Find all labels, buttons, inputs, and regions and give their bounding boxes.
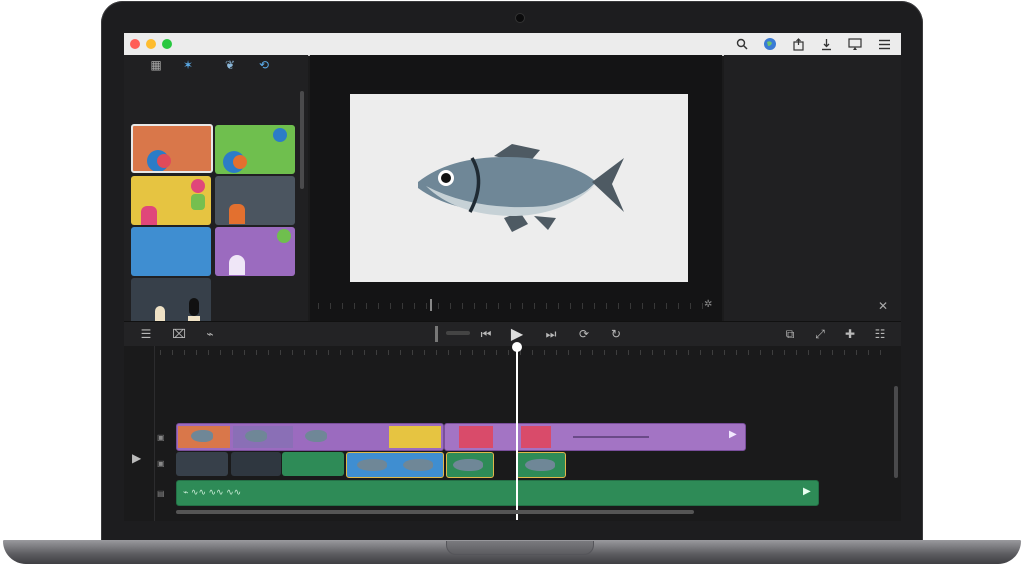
effects-icon[interactable]: ✶: [178, 55, 198, 75]
menubar: [124, 33, 901, 56]
webcam: [515, 13, 525, 23]
camera-track-icon: ▣: [157, 459, 165, 468]
playhead[interactable]: [516, 346, 518, 520]
viewer: ✲: [310, 55, 722, 321]
timecode-bar: [446, 331, 470, 335]
video-clip-3[interactable]: [176, 452, 228, 476]
gray-clip[interactable]: [215, 176, 295, 225]
fish-illustration: [418, 144, 624, 232]
clip-end-icon[interactable]: ▶: [729, 429, 741, 443]
video-clip-2[interactable]: ▶: [444, 423, 746, 451]
airplay-icon[interactable]: [846, 35, 864, 53]
settings-icon[interactable]: ☷: [870, 324, 890, 344]
audio-track-icon: ▤: [157, 489, 165, 498]
video-clip-7[interactable]: [446, 452, 494, 478]
timeline: ▶ ▣ ▣ ▤ ▶ ⌁ ∿∿ ∿∿ ∿∿ ▶: [124, 342, 901, 521]
audio-end-icon[interactable]: ▶: [803, 486, 815, 500]
viewer-ruler: [318, 303, 714, 309]
loop-icon[interactable]: ⟳: [574, 324, 594, 344]
titles-icon[interactable]: ❦: [220, 55, 240, 75]
crop-icon[interactable]: ⌧: [169, 324, 189, 344]
speed-icon[interactable]: ⌁: [200, 324, 220, 344]
resize-icon[interactable]: ⧉: [780, 324, 800, 344]
inspector: ✕: [724, 55, 901, 321]
skip-back-icon[interactable]: ⏮: [476, 324, 496, 344]
orange-clip[interactable]: [131, 124, 213, 173]
settings-gear-icon[interactable]: ✲: [704, 299, 716, 311]
download-icon[interactable]: [817, 35, 835, 53]
globe-icon[interactable]: [761, 35, 779, 53]
video-clip-1[interactable]: [176, 423, 444, 451]
yellow-clip[interactable]: [131, 176, 211, 225]
video-clip-6[interactable]: [346, 452, 444, 478]
browser-scrollbar[interactable]: [300, 91, 304, 189]
minimize-button[interactable]: [146, 39, 156, 49]
skip-forward-icon[interactable]: ⏭: [541, 324, 561, 344]
timeline-play-icon[interactable]: ▶: [132, 451, 144, 465]
share-icon[interactable]: [789, 35, 807, 53]
blue-clip[interactable]: [131, 227, 211, 276]
audio-clip[interactable]: ⌁ ∿∿ ∿∿ ∿∿ ▶: [176, 480, 819, 506]
expand-icon[interactable]: ✕: [878, 299, 892, 313]
preview-frame: [350, 94, 688, 282]
media-browser: ▦ ✶ ❦ ⟲: [124, 55, 308, 334]
video-track-icon: ▣: [157, 433, 165, 442]
track-header-divider: [154, 346, 155, 521]
play-icon[interactable]: ▶: [507, 324, 527, 344]
viewer-marker: [430, 299, 432, 311]
video-clip-8[interactable]: [516, 452, 566, 478]
split-icon[interactable]: ✚: [840, 324, 860, 344]
video-clip-4[interactable]: [231, 452, 281, 476]
transitions-icon[interactable]: ⟲: [254, 55, 274, 75]
close-button[interactable]: [130, 39, 140, 49]
audio-waveform-icon: ⌁ ∿∿ ∿∿ ∿∿: [183, 487, 242, 497]
timeline-ruler: [160, 350, 890, 355]
purple-clip[interactable]: [215, 227, 295, 276]
green-clip[interactable]: [215, 125, 295, 174]
zoom-button[interactable]: [162, 39, 172, 49]
timeline-scrollbar[interactable]: [176, 510, 694, 514]
timeline-vertical-scrollbar[interactable]: [894, 386, 898, 478]
laptop-notch: [446, 541, 594, 555]
rotate-icon[interactable]: ↻: [606, 324, 626, 344]
search-icon[interactable]: [733, 35, 751, 53]
app-window: ▦ ✶ ❦ ⟲ ✲ ✕ ☰ ⌧ ⌁ ⏮ ▶ ⏭ ⟳ ↻ ⧉ ⤢ ✚ ☷ ▶ ▣ …: [124, 33, 901, 521]
fullscreen-icon[interactable]: ⤢: [810, 324, 830, 344]
list-icon[interactable]: ☰: [136, 324, 156, 344]
media-icon[interactable]: ▦: [146, 55, 166, 75]
playhead-handle[interactable]: [512, 342, 522, 352]
in-marker[interactable]: [435, 326, 438, 342]
video-clip-5[interactable]: [282, 452, 344, 476]
menu-icon[interactable]: [875, 35, 893, 53]
